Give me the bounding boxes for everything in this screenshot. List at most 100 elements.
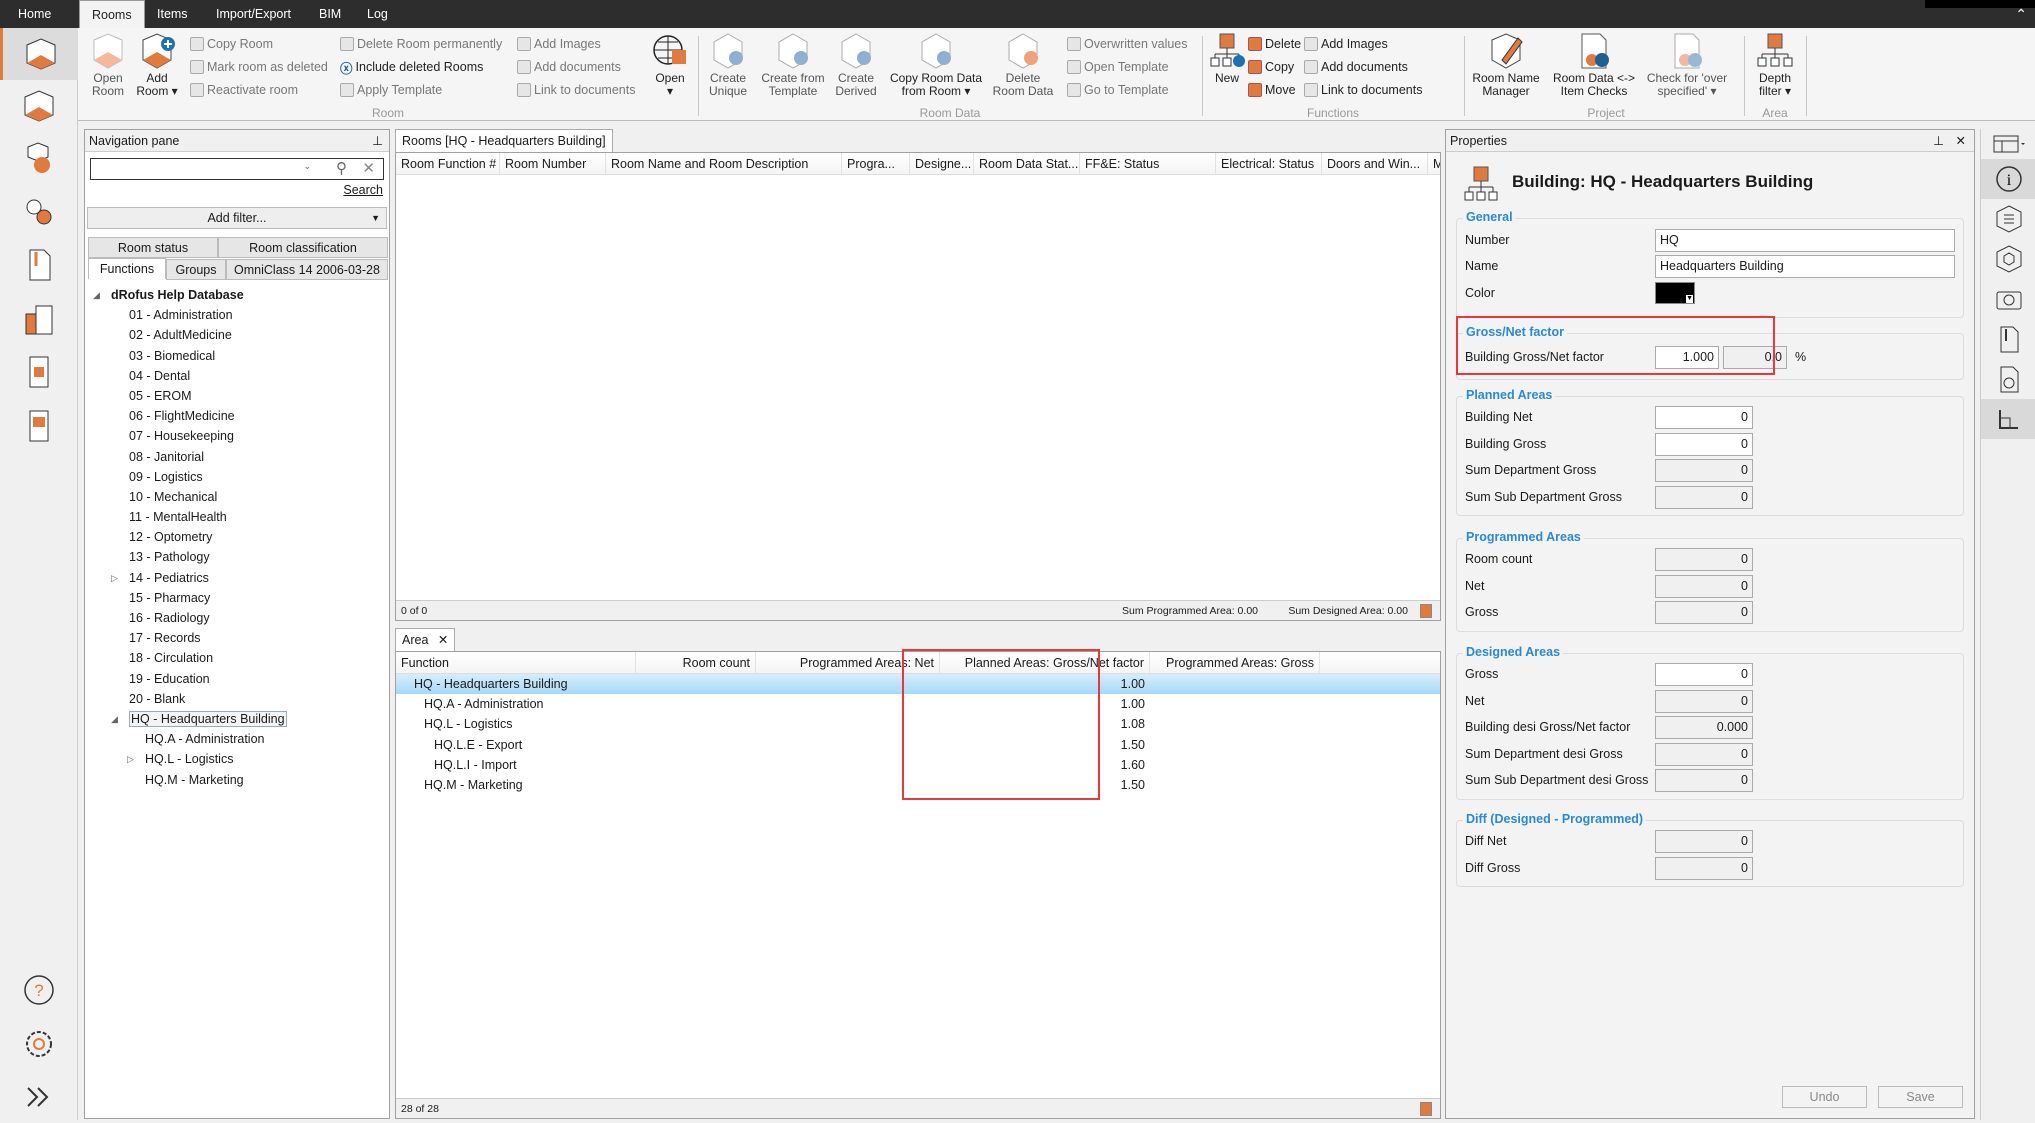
- area-button[interactable]: [1981, 399, 2035, 439]
- column-header[interactable]: Mecha: [1428, 153, 1440, 174]
- settings-button[interactable]: [0, 1018, 78, 1070]
- tab-groups[interactable]: Groups: [166, 259, 226, 280]
- module-rooms[interactable]: [0, 28, 78, 80]
- help-button[interactable]: ?: [0, 964, 78, 1016]
- area-tab[interactable]: Area ✕: [395, 628, 456, 651]
- tree-item[interactable]: ◢ HQ - Headquarters Building: [85, 709, 389, 729]
- open-button[interactable]: Open ▾: [651, 32, 689, 98]
- tab-items[interactable]: Items: [145, 0, 200, 28]
- module-items[interactable]: [0, 132, 78, 184]
- info-button[interactable]: i: [1981, 159, 2035, 199]
- history-button[interactable]: [1981, 359, 2035, 399]
- tree-item[interactable]: 01 - Administration: [85, 305, 389, 325]
- expand-icon[interactable]: ▷: [111, 568, 118, 588]
- column-header[interactable]: Room Function #: [396, 153, 500, 174]
- open-template-button[interactable]: Open Template: [1067, 57, 1169, 77]
- tree-item[interactable]: 20 - Blank: [85, 689, 389, 709]
- column-header[interactable]: Room Data Stat...: [974, 153, 1080, 174]
- open-room-button[interactable]: Open Room: [88, 32, 128, 98]
- tree-item[interactable]: ▷ HQ.L - Logistics: [85, 749, 389, 769]
- collapse-icon[interactable]: ◢: [93, 285, 100, 305]
- function-add-documents-button[interactable]: Add documents: [1304, 57, 1408, 77]
- layout-button[interactable]: [1981, 129, 2035, 159]
- undo-button[interactable]: Undo: [1782, 1086, 1867, 1108]
- function-add-images-button[interactable]: Add Images: [1304, 34, 1388, 54]
- tree-item[interactable]: 13 - Pathology: [85, 547, 389, 567]
- create-from-template-button[interactable]: Create from Template: [760, 32, 826, 98]
- tab-rooms[interactable]: Rooms: [79, 0, 145, 28]
- search-link[interactable]: Search: [343, 183, 383, 197]
- column-header[interactable]: Room Number: [500, 153, 606, 174]
- tree-item[interactable]: 12 - Optometry: [85, 527, 389, 547]
- create-unique-button[interactable]: Create Unique: [706, 32, 750, 98]
- module-item-groups[interactable]: [0, 186, 78, 238]
- tab-bim[interactable]: BIM: [307, 0, 353, 28]
- chevron-down-icon[interactable]: ⌄: [303, 161, 311, 172]
- function-link-documents-button[interactable]: Link to documents: [1304, 80, 1422, 100]
- columns-icon[interactable]: [1420, 604, 1432, 618]
- tab-log[interactable]: Log: [355, 0, 400, 28]
- delete-room-permanently-button[interactable]: Delete Room permanently: [340, 34, 502, 54]
- columns-icon[interactable]: [1420, 1102, 1432, 1116]
- number-field[interactable]: HQ: [1655, 229, 1955, 252]
- tree-item[interactable]: 10 - Mechanical: [85, 487, 389, 507]
- field-value[interactable]: 0: [1655, 663, 1753, 686]
- tree-item[interactable]: 11 - MentalHealth: [85, 507, 389, 527]
- clear-icon[interactable]: ✕: [362, 159, 375, 177]
- module-packages[interactable]: [0, 346, 78, 398]
- documents-button[interactable]: [1981, 319, 2035, 359]
- module-room-types[interactable]: [0, 80, 78, 132]
- close-icon[interactable]: ✕: [438, 633, 448, 647]
- tree-item[interactable]: HQ.M - Marketing: [85, 770, 389, 790]
- tree-item[interactable]: 09 - Logistics: [85, 467, 389, 487]
- items-panel-button[interactable]: [1981, 239, 2035, 279]
- column-header[interactable]: Function: [396, 652, 636, 673]
- close-icon[interactable]: ✕: [1956, 130, 1966, 152]
- rooms-tab[interactable]: Rooms [HQ - Headquarters Building]: [395, 129, 613, 152]
- create-derived-button[interactable]: Create Derived: [834, 32, 878, 98]
- column-header[interactable]: Doors and Win...: [1322, 153, 1428, 174]
- column-header[interactable]: Room count: [636, 652, 756, 673]
- column-header[interactable]: Programmed Areas: Gross: [1150, 652, 1320, 673]
- search-input[interactable]: ⌄ ⚲ ✕: [90, 158, 384, 180]
- column-header[interactable]: Progra...: [842, 153, 910, 174]
- item-checks-button[interactable]: Room Data <-> Item Checks: [1552, 32, 1636, 98]
- tab-omniclass[interactable]: OmniClass 14 2006-03-28: [226, 259, 388, 280]
- images-button[interactable]: [1981, 279, 2035, 319]
- apply-template-button[interactable]: Apply Template: [340, 80, 442, 100]
- column-header[interactable]: Electrical: Status: [1216, 153, 1322, 174]
- field-value[interactable]: 0: [1655, 432, 1753, 456]
- color-picker[interactable]: ▼: [1655, 282, 1695, 304]
- pin-icon[interactable]: ⊥: [372, 130, 383, 152]
- expand-icon[interactable]: ▷: [127, 749, 134, 769]
- tab-home[interactable]: Home: [6, 0, 63, 28]
- column-header[interactable]: Designe...: [910, 153, 974, 174]
- tree-item[interactable]: HQ.A - Administration: [85, 729, 389, 749]
- depth-filter-button[interactable]: Depth filter ▾: [1752, 32, 1798, 98]
- tab-functions[interactable]: Functions: [88, 258, 166, 279]
- tree-item[interactable]: 02 - AdultMedicine: [85, 325, 389, 345]
- add-room-button[interactable]: Add Room ▾: [135, 32, 179, 98]
- tab-import-export[interactable]: Import/Export: [204, 0, 303, 28]
- new-button[interactable]: New: [1210, 32, 1245, 85]
- delete-room-data-button[interactable]: Delete Room Data: [990, 32, 1056, 98]
- pin-icon[interactable]: ⊥: [1933, 130, 1944, 152]
- name-field[interactable]: Headquarters Building: [1655, 255, 1955, 278]
- collapse-icon[interactable]: ◢: [111, 709, 118, 729]
- overwritten-values-button[interactable]: Overwritten values: [1067, 34, 1188, 54]
- reactivate-room-button[interactable]: Reactivate room: [190, 80, 298, 100]
- go-to-template-button[interactable]: Go to Template: [1067, 80, 1169, 100]
- tab-room-status[interactable]: Room status: [88, 237, 218, 258]
- add-filter-dropdown[interactable]: Add filter... ▼: [87, 207, 387, 229]
- copy-room-button[interactable]: Copy Room: [190, 34, 273, 54]
- include-deleted-rooms-toggle[interactable]: ⓧ Include deleted Rooms: [340, 57, 483, 77]
- move-function-button[interactable]: Move: [1248, 80, 1296, 100]
- search-icon[interactable]: ⚲: [336, 159, 347, 177]
- save-button[interactable]: Save: [1878, 1086, 1963, 1108]
- column-header[interactable]: Room Name and Room Description: [606, 153, 842, 174]
- tree-item[interactable]: 04 - Dental: [85, 366, 389, 386]
- tree-item[interactable]: 08 - Janitorial: [85, 447, 389, 467]
- mark-deleted-button[interactable]: Mark room as deleted: [190, 57, 328, 77]
- column-header[interactable]: FF&E: Status: [1080, 153, 1216, 174]
- field-value[interactable]: 0: [1655, 406, 1753, 429]
